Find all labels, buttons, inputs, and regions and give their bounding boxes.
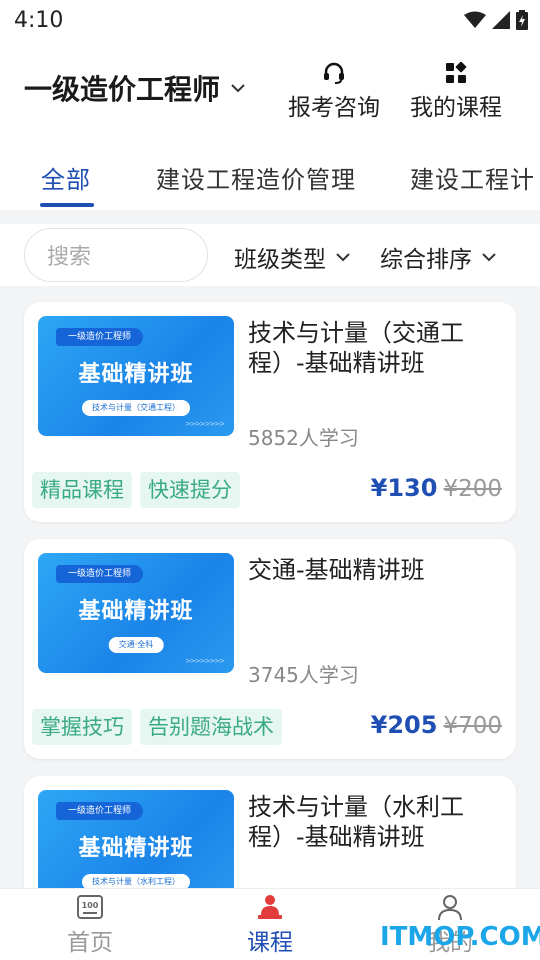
chevron-down-icon	[482, 252, 496, 261]
original-price: ¥200	[443, 476, 502, 502]
thumbnail-heading: 基础精讲班	[78, 836, 194, 861]
thumbnail-heading: 基础精讲班	[78, 599, 194, 624]
headset-icon	[324, 62, 344, 84]
exam-title: 一级造价工程师	[24, 73, 221, 106]
thumbnail-subtitle: 技术与计量（交通工程）	[82, 400, 190, 416]
course-title: 技术与计量（交通工程）-基础精讲班	[248, 319, 464, 377]
tab-cost-management[interactable]: 建设工程造价管理	[156, 160, 356, 195]
my-courses-button[interactable]: 我的课程	[410, 62, 502, 122]
my-courses-label: 我的课程	[410, 95, 502, 121]
course-title: 交通-基础精讲班	[248, 556, 425, 584]
class-type-dropdown[interactable]: 班级类型	[234, 240, 350, 274]
thumbnail-subtitle: 交通·全科	[108, 637, 164, 653]
exam-selector[interactable]: 一级造价工程师	[24, 68, 246, 108]
nav-home[interactable]: 100 首页	[30, 893, 150, 957]
current-price: ¥130	[370, 474, 438, 502]
grid-apps-icon	[446, 62, 467, 83]
signal-icon	[492, 11, 510, 29]
course-tag: 快速提分	[140, 472, 240, 508]
watermark-text: ITMOP.COM	[380, 922, 540, 952]
nav-home-label: 首页	[67, 930, 113, 956]
price-block: ¥130 ¥200	[371, 474, 502, 502]
course-card[interactable]: 一级造价工程师 基础精讲班 交通·全科 >>>>>>>> 交通-基础精讲班 37…	[24, 539, 516, 759]
active-tab-indicator	[40, 203, 94, 207]
learner-count: 3745人学习	[248, 663, 359, 687]
category-tabs: 全部 建设工程造价管理 建设工程计	[0, 140, 540, 210]
person-icon	[438, 895, 462, 921]
course-tag: 告别题海战术	[140, 709, 282, 745]
system-icons	[464, 10, 528, 30]
sort-dropdown[interactable]: 综合排序	[380, 240, 496, 274]
price-block: ¥205 ¥700	[371, 711, 502, 739]
course-card[interactable]: 一级造价工程师 基础精讲班 技术与计量（交通工程） >>>>>>>> 技术与计量…	[24, 302, 516, 522]
thumbnail-heading: 基础精讲班	[78, 362, 194, 387]
wifi-icon	[464, 11, 486, 28]
thumbnail-tag: 一级造价工程师	[56, 802, 144, 820]
consult-button[interactable]: 报考咨询	[288, 62, 380, 122]
thumbnail-tag: 一级造价工程师	[56, 328, 144, 346]
battery-icon	[516, 10, 528, 30]
course-tags: 精品课程 快速提分	[32, 472, 240, 508]
search-input[interactable]: 搜索	[24, 228, 208, 282]
chevron-down-icon	[336, 252, 350, 261]
nav-course[interactable]: 课程	[210, 893, 330, 957]
thumbnail-tag: 一级造价工程师	[56, 565, 144, 583]
app-header: 一级造价工程师 报考咨询 我的课程	[0, 40, 540, 140]
course-list: 一级造价工程师 基础精讲班 技术与计量（交通工程） >>>>>>>> 技术与计量…	[0, 300, 540, 888]
thumbnail-subtitle: 技术与计量（水利工程）	[82, 874, 190, 888]
course-card[interactable]: 一级造价工程师 基础精讲班 技术与计量（水利工程） 技术与计量（水利工程）-基础…	[24, 776, 516, 888]
tab-all[interactable]: 全部	[41, 160, 91, 195]
sort-label: 综合排序	[380, 247, 472, 273]
nav-course-label: 课程	[247, 930, 293, 956]
course-thumbnail: 一级造价工程师 基础精讲班 交通·全科 >>>>>>>>	[38, 553, 234, 673]
status-time: 4:10	[14, 7, 64, 33]
tab-engineering-measurement[interactable]: 建设工程计	[410, 160, 535, 195]
course-title: 技术与计量（水利工程）-基础精讲班	[248, 793, 464, 851]
chevron-down-icon	[231, 84, 245, 93]
teacher-icon	[258, 895, 282, 919]
course-thumbnail: 一级造价工程师 基础精讲班 技术与计量（交通工程） >>>>>>>>	[38, 316, 234, 436]
home-icon: 100	[77, 895, 103, 919]
arrows-decoration: >>>>>>>>	[185, 657, 225, 665]
course-tag: 精品课程	[32, 472, 132, 508]
status-bar: 4:10	[0, 0, 540, 40]
arrows-decoration: >>>>>>>>	[185, 420, 225, 428]
svg-text:100: 100	[82, 901, 99, 910]
course-tag: 掌握技巧	[32, 709, 132, 745]
learner-count: 5852人学习	[248, 426, 359, 450]
consult-label: 报考咨询	[288, 95, 380, 121]
current-price: ¥205	[370, 711, 438, 739]
course-tags: 掌握技巧 告别题海战术	[32, 709, 282, 745]
original-price: ¥700	[443, 713, 502, 739]
class-type-label: 班级类型	[234, 247, 326, 273]
filter-bar: 搜索 班级类型 综合排序	[0, 224, 540, 286]
course-thumbnail: 一级造价工程师 基础精讲班 技术与计量（水利工程）	[38, 790, 234, 888]
